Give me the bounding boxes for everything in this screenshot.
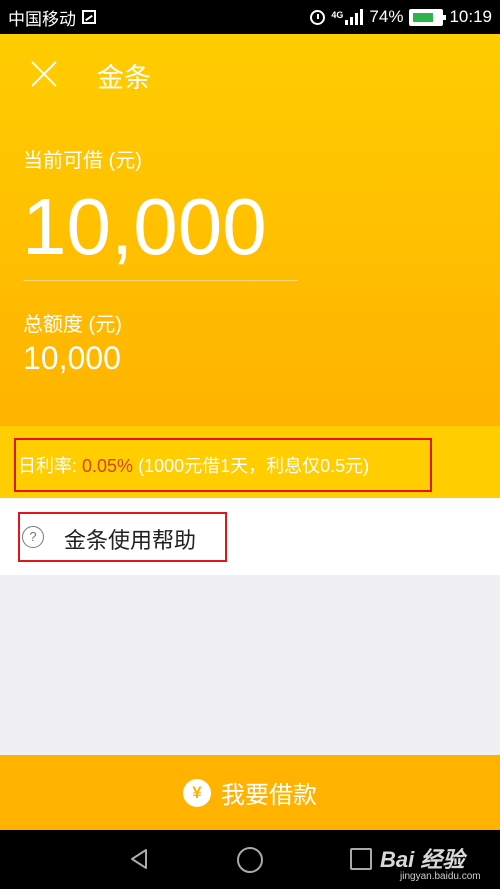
available-credit-label: 当前可借 (元) <box>23 150 142 172</box>
back-icon[interactable] <box>128 848 150 870</box>
sim-card-icon <box>82 10 96 24</box>
borrow-button-label: 我要借款 <box>221 782 317 809</box>
loan-header: 金条 当前可借 (元) 10,000 总额度 (元) 10,000 <box>0 34 500 426</box>
watermark-logo: Bai 经验 <box>380 847 465 872</box>
total-limit-amount: 10,000 <box>23 340 121 376</box>
yen-icon: ¥ <box>183 778 211 807</box>
divider <box>23 280 298 281</box>
status-left: 中国移动 <box>8 5 96 30</box>
status-right: 4G 74% 10:19 <box>310 7 492 27</box>
home-icon[interactable] <box>237 847 263 873</box>
borrow-button[interactable]: ¥ 我要借款 <box>0 755 500 830</box>
alarm-icon <box>310 9 326 25</box>
battery-icon <box>409 8 447 26</box>
help-highlight-box <box>18 512 227 562</box>
clock: 10:19 <box>449 7 492 26</box>
page-title: 金条 <box>97 63 151 93</box>
content-area <box>0 575 500 755</box>
network-type: 4G <box>331 10 344 20</box>
recent-apps-icon[interactable] <box>350 848 372 870</box>
total-limit-label: 总额度 (元) <box>23 314 122 336</box>
rate-highlight-box <box>14 438 432 492</box>
status-bar: 中国移动 4G 74% 10:19 <box>0 0 500 34</box>
navigation-bar: Bai 经验 jingyan.baidu.com <box>0 830 500 889</box>
close-icon[interactable] <box>30 60 58 88</box>
available-credit-amount: 10,000 <box>22 182 267 271</box>
battery-percent: 74% <box>369 7 404 26</box>
carrier-name: 中国移动 <box>8 9 76 29</box>
watermark-url: jingyan.baidu.com <box>400 871 481 882</box>
signal-icon <box>345 9 364 25</box>
